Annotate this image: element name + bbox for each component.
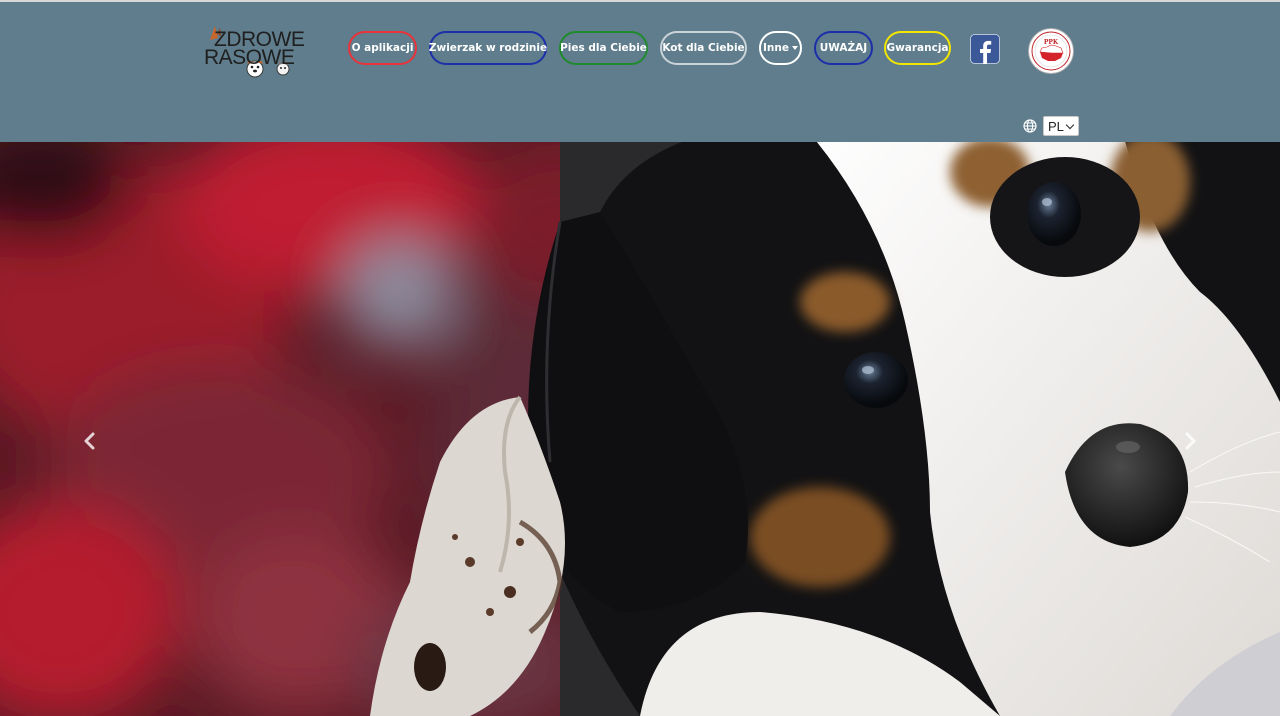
logo-text-line2: RASOWE (204, 46, 295, 69)
hero-image-puppy (0, 142, 1280, 716)
site-header: ZDROWE RASOWE O aplikacji Zwierzak w rod… (0, 2, 1280, 142)
nav-label: Inne (763, 42, 789, 54)
language-select[interactable]: PL (1043, 116, 1079, 136)
ppk-badge-text: PPK (1043, 39, 1059, 46)
nav-o-aplikacji[interactable]: O aplikacji (348, 31, 417, 65)
facebook-icon[interactable] (970, 34, 1000, 64)
ppk-badge[interactable] (1028, 28, 1074, 74)
nav-gwarancja[interactable]: Gwarancja (884, 31, 951, 65)
hero-carousel (0, 142, 1280, 716)
globe-icon (1023, 119, 1037, 133)
caret-down-icon (791, 46, 798, 50)
nav-label: Gwarancja (886, 42, 949, 54)
nav-label: Zwierzak w rodzinie (428, 42, 548, 54)
zdrowe-rasowe-logo[interactable]: ZDROWE RASOWE (203, 24, 305, 80)
nav-kot-dla-ciebie[interactable]: Kot dla Ciebie (660, 31, 747, 65)
nav-uwazaj[interactable]: UWAŻAJ (814, 31, 873, 65)
nav-zwierzak-w-rodzinie[interactable]: Zwierzak w rodzinie (429, 31, 547, 65)
carousel-next-icon[interactable] (1184, 431, 1198, 451)
nav-label: Pies dla Ciebie (560, 42, 647, 54)
nav-label: O aplikacji (351, 42, 414, 54)
chevron-down-icon (1065, 120, 1075, 130)
nav-label: UWAŻAJ (819, 42, 868, 54)
carousel-prev-icon[interactable] (82, 431, 96, 451)
language-select-value: PL (1048, 118, 1064, 134)
nav-inne-dropdown[interactable]: Inne (759, 31, 802, 65)
nav-pies-dla-ciebie[interactable]: Pies dla Ciebie (559, 31, 648, 65)
nav-label: Kot dla Ciebie (662, 42, 745, 54)
